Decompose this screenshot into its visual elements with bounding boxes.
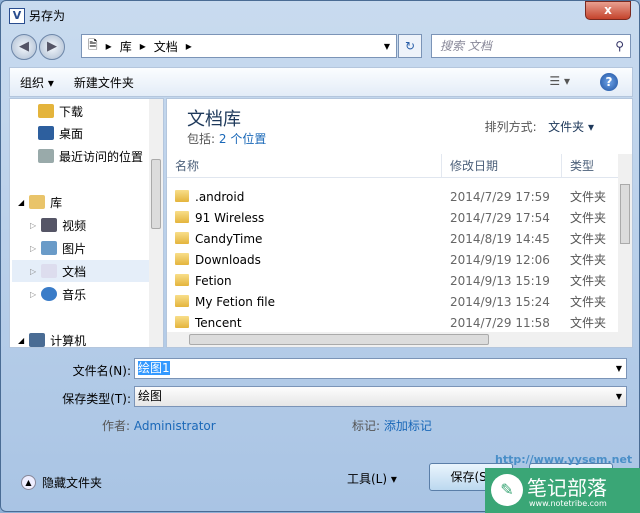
folder-icon — [175, 253, 189, 265]
folder-icon — [175, 232, 189, 244]
arrange-by-dropdown[interactable]: 文件夹 ▾ — [548, 120, 594, 134]
file-name: 91 Wireless — [195, 211, 265, 225]
locations-link[interactable]: 2 个位置 — [219, 132, 266, 146]
file-name: .android — [195, 190, 245, 204]
filename-input[interactable]: 绘图1 ▼ — [134, 358, 627, 379]
file-date: 2014/7/29 17:54 — [450, 211, 550, 225]
file-name: Downloads — [195, 253, 261, 267]
video-icon — [41, 218, 58, 232]
breadcrumb-documents[interactable]: 文档 — [154, 38, 178, 55]
watermark-url: http://www.yysem.net — [495, 453, 633, 466]
file-type: 文件夹 — [570, 316, 607, 330]
forward-button[interactable]: ▶ — [39, 34, 65, 60]
folder-icon — [175, 211, 189, 223]
save-type-label: 保存类型(T): — [62, 392, 131, 406]
folder-icon — [175, 190, 189, 202]
help-button[interactable]: ? — [600, 73, 618, 91]
sidebar-item-downloads[interactable]: 下载 — [38, 100, 83, 122]
folder-icon — [175, 316, 189, 328]
author-field[interactable]: Administrator — [134, 419, 216, 433]
sidebar-item-libraries[interactable]: ◢ 库 — [18, 191, 62, 213]
file-name: Tencent — [195, 316, 242, 330]
file-type: 文件夹 — [570, 211, 607, 225]
sidebar-item-documents[interactable]: ▷ 文档 — [12, 260, 152, 282]
file-name: Fetion — [195, 274, 232, 288]
column-name[interactable]: 名称 — [167, 154, 442, 177]
sidebar-item-pictures[interactable]: ▷ 图片 — [30, 237, 86, 259]
save-type-select[interactable]: 绘图 ▼ — [134, 386, 627, 407]
file-date: 2014/9/13 15:19 — [450, 274, 550, 288]
file-type: 文件夹 — [570, 232, 607, 246]
file-type: 文件夹 — [570, 253, 607, 267]
file-type: 文件夹 — [570, 190, 607, 204]
file-row[interactable]: 91 Wireless 2014/7/29 17:54 文件夹 — [167, 208, 619, 229]
file-type: 文件夹 — [570, 295, 607, 309]
organize-button[interactable]: 组织 ▾ — [10, 74, 64, 91]
watermark-logo: ✎ 笔记部落 www.notetribe.com — [485, 468, 640, 513]
file-row[interactable]: Tencent 2014/7/29 11:58 文件夹 — [167, 313, 619, 334]
file-date: 2014/8/19 14:45 — [450, 232, 550, 246]
folder-icon — [175, 274, 189, 286]
back-button[interactable]: ◀ — [11, 34, 37, 60]
file-date: 2014/7/29 17:59 — [450, 190, 550, 204]
filename-label: 文件名(N): — [72, 364, 131, 378]
file-list-horizontal-scrollbar[interactable] — [167, 332, 632, 347]
address-bar[interactable]: 🗎 ▸ 库 ▸ 文档 ▸ ▼ — [81, 34, 397, 58]
close-button[interactable]: x — [585, 1, 631, 20]
title-bar: V 另存为 — [9, 7, 65, 24]
sidebar-item-videos[interactable]: ▷ 视频 — [30, 214, 86, 236]
file-name: CandyTime — [195, 232, 263, 246]
folder-icon — [175, 295, 189, 307]
file-row[interactable]: Downloads 2014/9/19 12:06 文件夹 — [167, 250, 619, 271]
sidebar-item-computer[interactable]: ◢ 计算机 — [18, 329, 86, 347]
column-type[interactable]: 类型 — [562, 154, 619, 177]
pencil-icon: ✎ — [491, 474, 523, 506]
page-icon: 🗎 — [88, 37, 98, 52]
breadcrumb-library[interactable]: 库 — [120, 38, 132, 55]
tools-dropdown[interactable]: 工具(L) ▾ — [347, 470, 397, 487]
computer-icon — [29, 333, 46, 347]
sidebar-item-music[interactable]: ▷ 音乐 — [30, 283, 86, 305]
column-date[interactable]: 修改日期 — [442, 154, 562, 177]
navigation-pane: 下载 桌面 最近访问的位置 ◢ 库 ▷ 视频 ▷ 图片 ▷ 文档 ▷ 音乐 ◢ 计算机 — [9, 98, 164, 348]
file-date: 2014/9/13 15:24 — [450, 295, 550, 309]
chevron-down-icon[interactable]: ▼ — [384, 42, 390, 51]
window-title: 另存为 — [29, 9, 66, 23]
document-icon — [41, 264, 58, 278]
chevron-down-icon[interactable]: ▼ — [616, 359, 622, 378]
hide-folders-button[interactable]: ▲ 隐藏文件夹 — [21, 474, 102, 491]
file-name: My Fetion file — [195, 295, 275, 309]
sidebar-item-desktop[interactable]: 桌面 — [38, 122, 83, 144]
sidebar-item-recent[interactable]: 最近访问的位置 — [38, 145, 143, 167]
tags-field[interactable]: 添加标记 — [384, 419, 432, 433]
sidebar-scrollbar[interactable] — [149, 99, 163, 347]
file-row[interactable]: Fetion 2014/9/13 15:19 文件夹 — [167, 271, 619, 292]
toolbar: 组织 ▾ 新建文件夹 ☰ ▾ ? — [9, 67, 633, 97]
app-icon: V — [9, 7, 25, 24]
desktop-icon — [38, 126, 54, 140]
file-date: 2014/9/19 12:06 — [450, 253, 550, 267]
file-row[interactable]: CandyTime 2014/8/19 14:45 文件夹 — [167, 229, 619, 250]
chevron-down-icon[interactable]: ▼ — [616, 387, 622, 406]
file-row[interactable]: My Fetion file 2014/9/13 15:24 文件夹 — [167, 292, 619, 313]
library-title: 文档库 — [187, 109, 241, 130]
file-list-pane: 文档库 包括: 2 个位置 排列方式: 文件夹 ▾ 名称 修改日期 类型 .an… — [166, 98, 633, 348]
refresh-button[interactable]: ↻ — [398, 34, 422, 58]
file-list-vertical-scrollbar[interactable] — [618, 154, 632, 334]
chevron-up-icon: ▲ — [21, 475, 36, 490]
picture-icon — [41, 241, 58, 255]
view-options-icon[interactable]: ☰ ▾ — [549, 74, 570, 88]
save-as-dialog: V 另存为 x ◀ ▶ 🗎 ▸ 库 ▸ 文档 ▸ ▼ ↻ 搜索 文档 ⚲ 组织 … — [0, 0, 640, 513]
library-icon — [29, 195, 46, 209]
search-input[interactable]: 搜索 文档 ⚲ — [431, 34, 631, 58]
file-type: 文件夹 — [570, 274, 607, 288]
file-date: 2014/7/29 11:58 — [450, 316, 550, 330]
recent-places-icon — [38, 149, 54, 163]
column-headers: 名称 修改日期 类型 — [167, 154, 619, 178]
search-icon: ⚲ — [615, 39, 624, 53]
download-folder-icon — [38, 104, 54, 118]
music-icon — [41, 287, 58, 301]
file-row[interactable]: .android 2014/7/29 17:59 文件夹 — [167, 187, 619, 208]
new-folder-button[interactable]: 新建文件夹 — [64, 74, 144, 91]
